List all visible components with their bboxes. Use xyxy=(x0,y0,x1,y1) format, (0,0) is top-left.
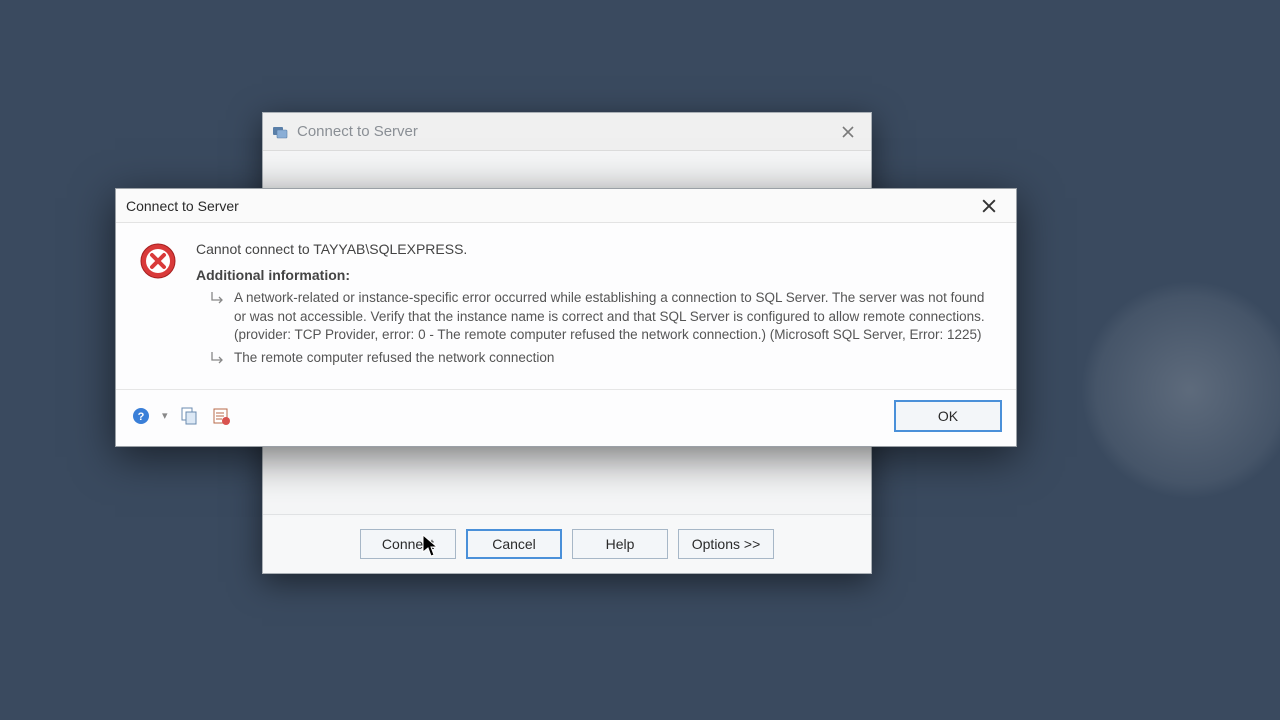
parent-titlebar[interactable]: Connect to Server xyxy=(263,113,871,151)
connect-button[interactable]: Connect xyxy=(360,529,456,559)
error-dialog-title: Connect to Server xyxy=(126,198,972,214)
error-titlebar[interactable]: Connect to Server xyxy=(116,189,1016,223)
close-icon xyxy=(982,199,996,213)
parent-close-button[interactable] xyxy=(833,122,863,142)
error-footer: ? ▾ OK xyxy=(116,390,1016,446)
help-icon[interactable]: ? xyxy=(130,405,152,427)
background-decoration xyxy=(1080,280,1280,500)
parent-dialog-title: Connect to Server xyxy=(297,123,833,140)
parent-dialog-button-row: Connect Cancel Help Options >> xyxy=(263,514,871,573)
app-icon xyxy=(271,123,289,141)
tree-arrow-icon xyxy=(210,351,224,371)
error-body: Cannot connect to TAYYAB\SQLEXPRESS. Add… xyxy=(116,223,1016,390)
options-button[interactable]: Options >> xyxy=(678,529,774,559)
error-detail-text: A network-related or instance-specific e… xyxy=(234,289,994,345)
copy-icon[interactable] xyxy=(178,405,200,427)
error-detail-text: The remote computer refused the network … xyxy=(234,349,554,368)
close-icon xyxy=(842,126,854,138)
help-button[interactable]: Help xyxy=(572,529,668,559)
show-details-icon[interactable] xyxy=(210,405,232,427)
dropdown-marker: ▾ xyxy=(162,409,168,422)
error-dialog: Connect to Server Cannot connect to TAYY… xyxy=(115,188,1017,447)
tree-arrow-icon xyxy=(210,291,224,311)
additional-info-label: Additional information: xyxy=(196,267,994,283)
error-detail-item: A network-related or instance-specific e… xyxy=(210,289,994,345)
svg-text:?: ? xyxy=(138,411,145,423)
cancel-button[interactable]: Cancel xyxy=(466,529,562,559)
error-message: Cannot connect to TAYYAB\SQLEXPRESS. xyxy=(196,241,994,257)
ok-button[interactable]: OK xyxy=(894,400,1002,432)
error-detail-item: The remote computer refused the network … xyxy=(210,349,994,371)
error-text-block: Cannot connect to TAYYAB\SQLEXPRESS. Add… xyxy=(196,241,994,375)
error-icon xyxy=(138,241,178,375)
error-close-button[interactable] xyxy=(972,194,1006,218)
